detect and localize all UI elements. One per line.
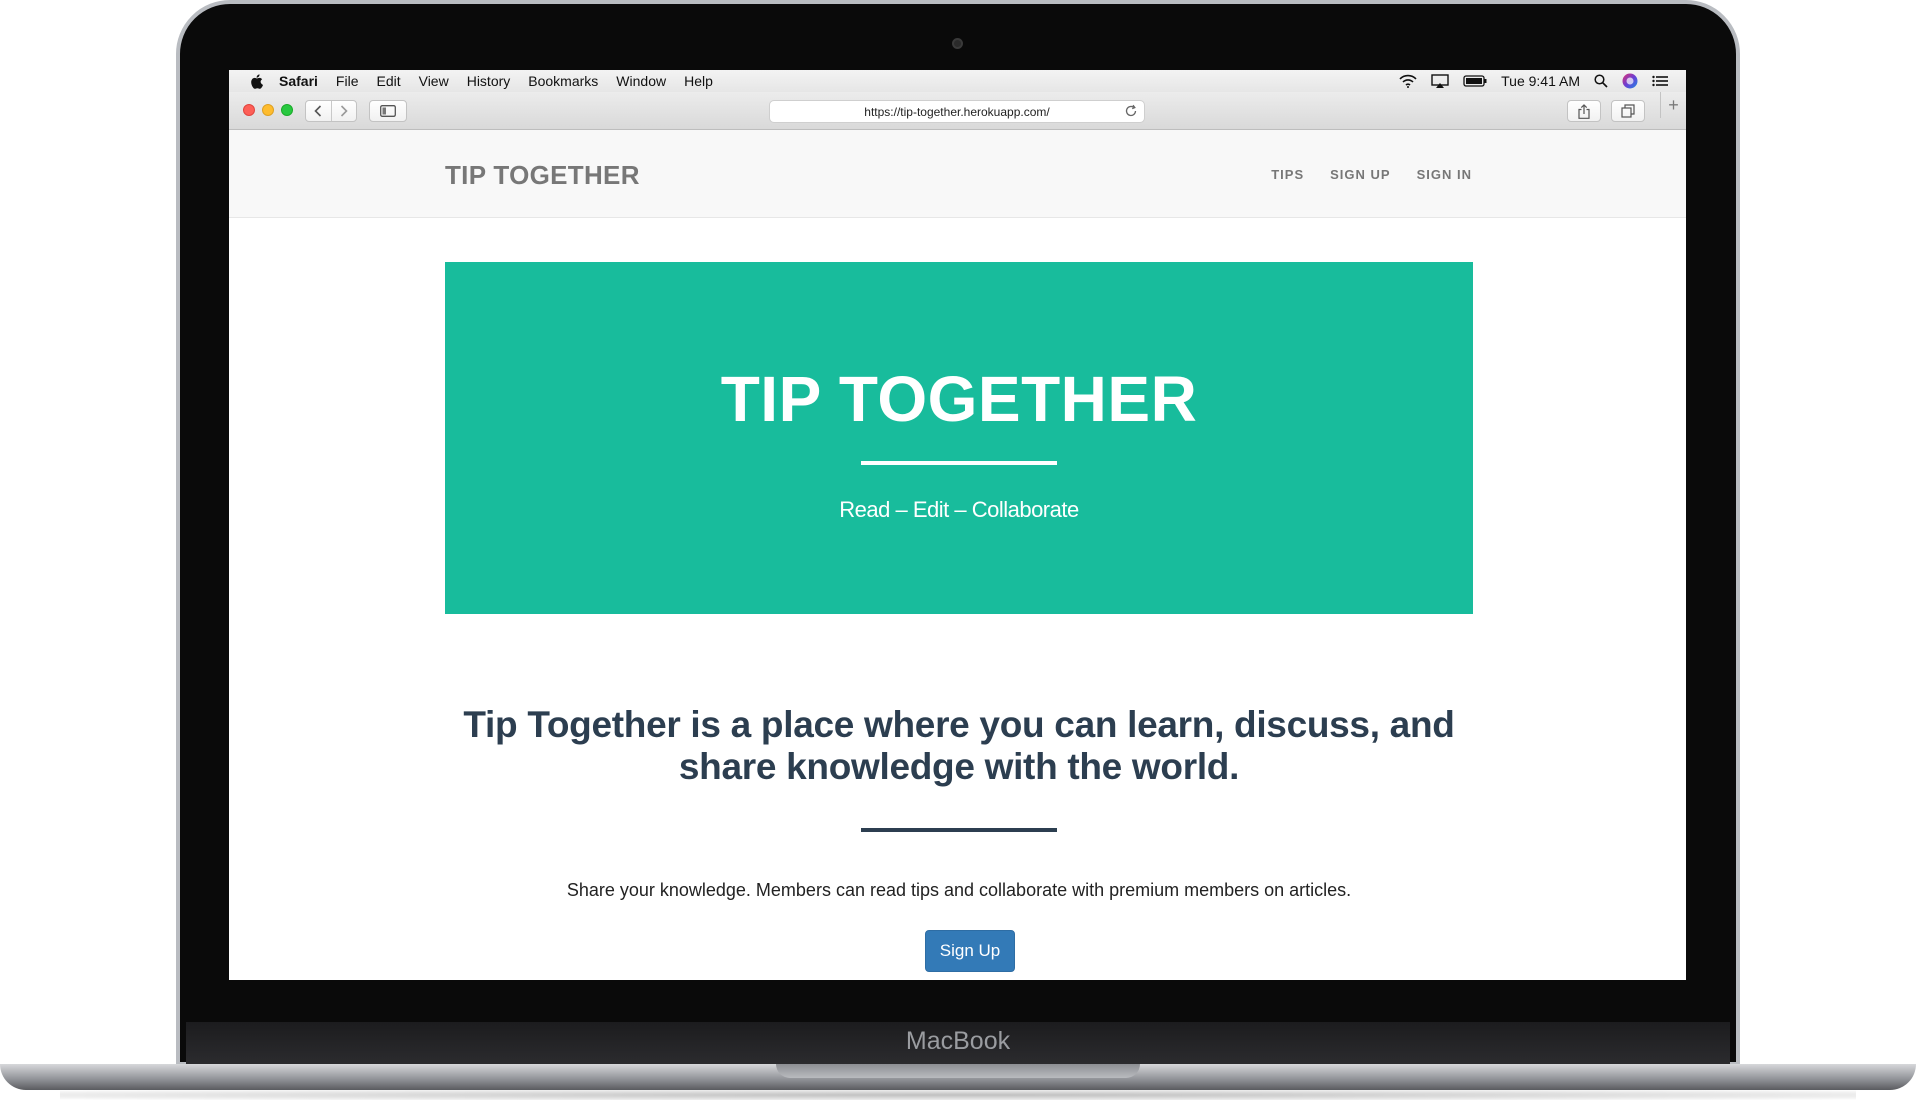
- address-bar[interactable]: https://tip-together.herokuapp.com/: [769, 100, 1145, 123]
- spotlight-search-icon[interactable]: [1594, 74, 1608, 88]
- menu-edit[interactable]: Edit: [376, 73, 400, 89]
- forward-icon[interactable]: [332, 101, 357, 121]
- browser-toolbar: https://tip-together.herokuapp.com/: [229, 92, 1686, 130]
- menu-app-name[interactable]: Safari: [279, 73, 318, 89]
- notification-center-icon[interactable]: [1652, 75, 1668, 87]
- lead-divider: [861, 828, 1057, 832]
- new-tab-icon[interactable]: +: [1660, 92, 1686, 118]
- menu-bar-status: Tue 9:41 AM: [1399, 70, 1668, 92]
- tabs-overview-icon[interactable]: [1611, 100, 1645, 122]
- site-brand[interactable]: TIP TOGETHER: [445, 160, 640, 191]
- back-forward-group: [305, 100, 357, 122]
- hero-title: TIP TOGETHER: [720, 363, 1198, 435]
- description-text: Share your knowledge. Members can read t…: [566, 880, 1352, 900]
- menu-history[interactable]: History: [467, 73, 511, 89]
- airplay-icon[interactable]: [1431, 73, 1449, 89]
- close-window-button[interactable]: [243, 104, 255, 116]
- site-navbar: TIP TOGETHER TIPS SIGN UP SIGN IN: [229, 130, 1686, 218]
- nav-link-tips[interactable]: TIPS: [1271, 167, 1304, 182]
- menu-file[interactable]: File: [336, 73, 359, 89]
- hero-banner: TIP TOGETHER Read – Edit – Collaborate: [445, 262, 1473, 614]
- url-text[interactable]: https://tip-together.herokuapp.com/: [864, 105, 1049, 119]
- hero-divider: [861, 461, 1057, 465]
- menu-bar-clock[interactable]: Tue 9:41 AM: [1501, 73, 1580, 89]
- web-page: TIP TOGETHER TIPS SIGN UP SIGN IN TIP TO…: [229, 130, 1686, 980]
- menu-bar: Safari File Edit View History Bookmarks …: [229, 70, 1686, 92]
- zoom-window-button[interactable]: [281, 104, 293, 116]
- menu-view[interactable]: View: [419, 73, 449, 89]
- site-nav-links: TIPS SIGN UP SIGN IN: [1271, 167, 1472, 182]
- apple-logo-icon[interactable]: [249, 73, 263, 89]
- screen: Safari File Edit View History Bookmarks …: [229, 70, 1686, 980]
- sidebar-icon[interactable]: [369, 100, 407, 122]
- menu-help[interactable]: Help: [684, 73, 713, 89]
- stage: Safari File Edit View History Bookmarks …: [0, 0, 1916, 1106]
- nav-link-sign-in[interactable]: SIGN IN: [1417, 167, 1472, 182]
- menu-window[interactable]: Window: [616, 73, 666, 89]
- battery-icon[interactable]: [1463, 75, 1487, 87]
- reload-icon[interactable]: [1124, 104, 1138, 121]
- laptop-shadow: [60, 1090, 1856, 1100]
- share-icon[interactable]: [1567, 100, 1601, 122]
- minimize-window-button[interactable]: [262, 104, 274, 116]
- back-icon[interactable]: [306, 101, 331, 121]
- menu-bookmarks[interactable]: Bookmarks: [528, 73, 598, 89]
- sign-up-button[interactable]: Sign Up: [925, 930, 1015, 972]
- hero-subtitle: Read – Edit – Collaborate: [839, 497, 1079, 522]
- webcam: [952, 38, 963, 49]
- device-brand-label: MacBook: [905, 1027, 1011, 1055]
- laptop-hinge-notch: [776, 1064, 1140, 1078]
- siri-icon[interactable]: [1622, 73, 1638, 89]
- wifi-icon[interactable]: [1399, 74, 1417, 88]
- nav-link-sign-up[interactable]: SIGN UP: [1330, 167, 1390, 182]
- lead-heading: Tip Together is a place where you can le…: [463, 704, 1455, 787]
